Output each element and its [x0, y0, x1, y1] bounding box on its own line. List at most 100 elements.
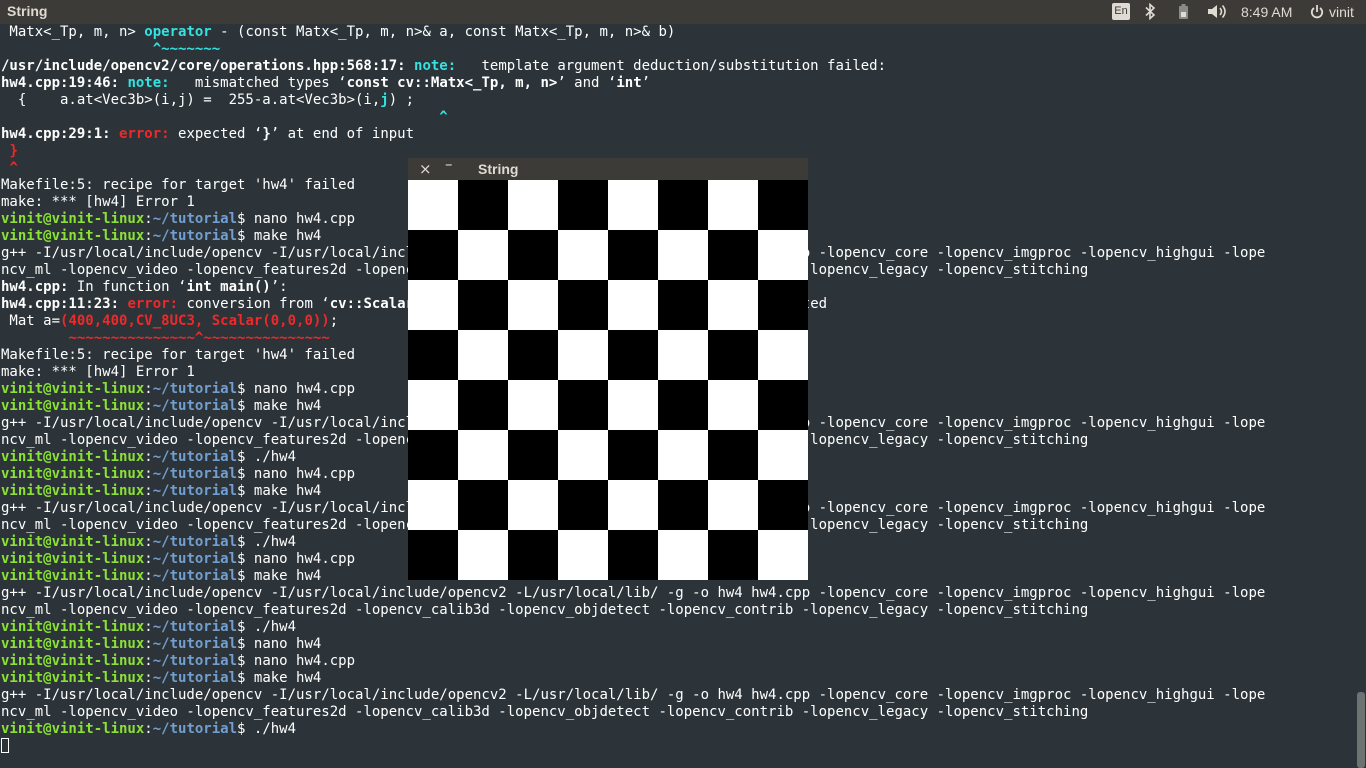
board-square: [658, 230, 708, 280]
output-text: const cv::Matx<_Tp, m, n>: [346, 75, 558, 91]
close-icon[interactable]: ×: [419, 160, 432, 178]
prompt-line: vinit@vinit-linux:~/tutorial$ ./hw4: [1, 721, 1355, 738]
app-title: String: [7, 3, 48, 19]
output-text: error:: [119, 126, 170, 142]
prompt-path: ~/tutorial: [152, 670, 238, 686]
clock[interactable]: 8:49 AM: [1241, 3, 1292, 21]
prompt-separator: :: [144, 398, 153, 414]
board-square: [558, 480, 608, 530]
terminal-cursor: [1, 738, 9, 753]
prompt-user: vinit@vinit-linux: [1, 211, 145, 227]
board-square: [458, 430, 508, 480]
output-text: - (const Matx<_Tp, m, n>& a, const Matx<…: [211, 24, 676, 40]
output-text: ncv_ml -lopencv_video -lopencv_features2…: [1, 602, 1089, 618]
board-square: [558, 430, 608, 480]
output-text: error:: [127, 296, 179, 312]
power-icon[interactable]: [1310, 3, 1324, 21]
opencv-image-window[interactable]: × – String: [408, 155, 808, 580]
prompt-user: vinit@vinit-linux: [1, 449, 145, 465]
output-line: hw4.cpp:19:46: note: mismatched types ‘c…: [1, 75, 1355, 92]
window-title: String: [478, 161, 519, 177]
output-text: note:: [127, 75, 170, 91]
output-text: note:: [414, 58, 457, 74]
output-line: ncv_ml -lopencv_video -lopencv_features2…: [1, 602, 1355, 619]
prompt-separator: :: [144, 211, 153, 227]
output-line: ^~~~~~~~: [1, 41, 1355, 58]
board-square: [508, 430, 558, 480]
board-square: [758, 180, 808, 230]
prompt-path: ~/tutorial: [152, 568, 238, 584]
output-text: ^~~~~~~~: [152, 41, 221, 57]
prompt-path: ~/tutorial: [152, 551, 238, 567]
prompt-user: vinit@vinit-linux: [1, 534, 145, 550]
output-line: Matx<_Tp, m, n> operator - (const Matx<_…: [1, 24, 1355, 41]
prompt-path: ~/tutorial: [152, 398, 238, 414]
command-text: $ nano hw4.cpp: [237, 551, 356, 567]
prompt-user: vinit@vinit-linux: [1, 466, 145, 482]
prompt-separator: :: [144, 551, 153, 567]
board-square: [408, 530, 458, 580]
prompt-path: ~/tutorial: [152, 449, 238, 465]
board-square: [608, 480, 658, 530]
board-square: [608, 330, 658, 380]
command-text: $ make hw4: [237, 670, 322, 686]
battery-icon[interactable]: [1178, 3, 1192, 21]
command-text: $ nano hw4.cpp: [237, 211, 356, 227]
output-text: g++ -I/usr/local/include/opencv -I/usr/l…: [1, 687, 1266, 703]
board-square: [508, 380, 558, 430]
prompt-path: ~/tutorial: [152, 211, 238, 227]
board-square: [658, 380, 708, 430]
output-text: ncv_ml -lopencv_video -lopencv_features2…: [1, 704, 1089, 720]
scrollbar-thumb[interactable]: [1357, 692, 1365, 768]
board-square: [508, 180, 558, 230]
board-square: [558, 380, 608, 430]
board-square: [608, 180, 658, 230]
user-name[interactable]: vinit: [1329, 3, 1354, 21]
board-square: [408, 180, 458, 230]
prompt-path: ~/tutorial: [152, 619, 238, 635]
prompt-user: vinit@vinit-linux: [1, 721, 145, 737]
prompt-separator: :: [144, 568, 153, 584]
prompt-separator: :: [144, 381, 153, 397]
output-text: ^: [439, 109, 448, 125]
output-text: operator: [144, 24, 212, 40]
prompt-user: vinit@vinit-linux: [1, 551, 145, 567]
output-text: ;: [329, 313, 339, 329]
board-square: [708, 180, 758, 230]
command-text: $ ./hw4: [237, 534, 297, 550]
window-titlebar[interactable]: × – String: [408, 155, 808, 180]
minimize-icon[interactable]: –: [445, 155, 453, 173]
board-square: [708, 530, 758, 580]
command-text: $ nano hw4.cpp: [237, 466, 356, 482]
output-text: hw4.cpp:29:1:: [1, 126, 120, 142]
output-text: Mat a=: [1, 313, 61, 329]
prompt-path: ~/tutorial: [152, 228, 238, 244]
board-square: [708, 330, 758, 380]
terminal-scrollbar[interactable]: [1356, 24, 1366, 768]
board-square: [658, 280, 708, 330]
command-text: $ nano hw4.cpp: [237, 381, 356, 397]
board-square: [758, 280, 808, 330]
volume-icon[interactable]: [1207, 3, 1227, 21]
command-text: $ make hw4: [237, 568, 322, 584]
prompt-separator: :: [144, 721, 153, 737]
board-square: [508, 230, 558, 280]
output-text: make: *** [hw4] Error 1: [1, 364, 195, 380]
board-square: [408, 280, 458, 330]
board-square: [508, 530, 558, 580]
bluetooth-icon[interactable]: [1144, 3, 1162, 21]
keyboard-layout-indicator[interactable]: En: [1112, 3, 1130, 20]
output-text: j: [380, 92, 389, 108]
board-square: [708, 480, 758, 530]
output-text: Makefile:5: recipe for target 'hw4' fail…: [1, 177, 356, 193]
board-square: [708, 280, 758, 330]
prompt-separator: :: [144, 636, 153, 652]
output-line: g++ -I/usr/local/include/opencv -I/usr/l…: [1, 687, 1355, 704]
board-square: [608, 430, 658, 480]
output-text: template argument deduction/substitution…: [456, 58, 887, 74]
prompt-path: ~/tutorial: [152, 381, 238, 397]
board-square: [408, 330, 458, 380]
prompt-user: vinit@vinit-linux: [1, 619, 145, 635]
output-text: mismatched types ‘: [169, 75, 347, 91]
